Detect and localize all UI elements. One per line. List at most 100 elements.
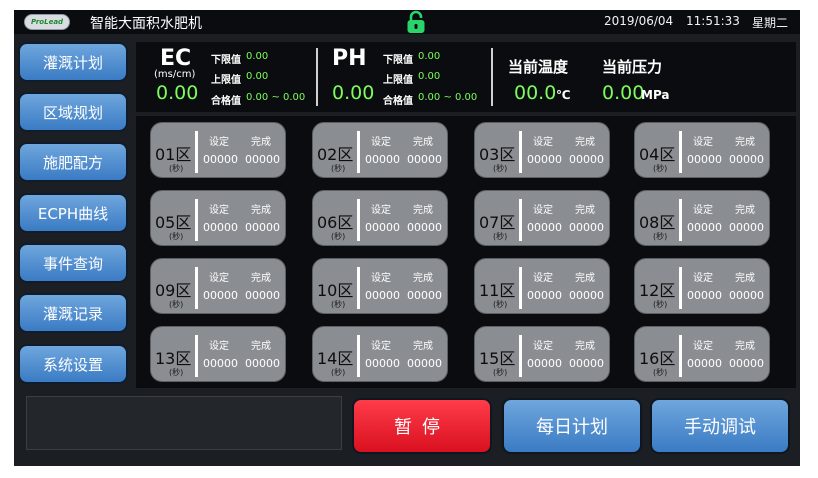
sidebar-item-event-query[interactable]: 事件查询 [18,243,128,283]
zone-name: 13区 [155,349,192,368]
zone-set-value: 00000 [527,357,562,370]
ph-upper-label: 上限值 [383,75,413,86]
zone-set-label: 设定 [693,341,713,352]
zone-divider [195,131,198,173]
zone-divider [357,131,360,173]
zone-card-06[interactable]: 06区 (秒) 设定 完成 00000 00000 [312,190,448,246]
sidebar-item-system-settings[interactable]: 系统设置 [18,344,128,384]
sidebar-item-irrigation-record[interactable]: 灌溉记录 [18,293,128,333]
sidebar-item-irrigation-plan[interactable]: 灌溉计划 [18,42,128,82]
zone-card-04[interactable]: 04区 (秒) 设定 完成 00000 00000 [634,122,770,178]
ec-upper-value[interactable]: 0.00 [246,71,268,82]
ph-qualified-value: 0.00 ~ 0.00 [418,92,478,103]
zone-divider [679,199,682,241]
zone-done-label: 完成 [735,137,755,148]
zone-set-value: 00000 [365,153,400,166]
zone-name: 08区 [639,213,676,232]
zone-seconds-unit: (秒) [653,232,668,241]
weekday-display: 星期二 [752,16,789,30]
zone-set-value: 00000 [365,221,400,234]
zone-set-label: 设定 [371,273,391,284]
zone-set-label: 设定 [533,205,553,216]
ec-lower-value[interactable]: 0.00 [246,51,268,62]
zone-card-11[interactable]: 11区 (秒) 设定 完成 00000 00000 [474,258,610,314]
ec-qualified-value: 0.00 ~ 0.00 [246,92,306,103]
lock-icon[interactable] [403,10,429,34]
zone-name: 16区 [639,349,676,368]
zone-done-value: 00000 [245,289,280,302]
sidebar-item-fertilizer-formula[interactable]: 施肥配方 [18,142,128,182]
zone-name: 03区 [479,145,516,164]
time-display: 11:51:33 [686,14,740,28]
zone-set-label: 设定 [533,273,553,284]
pause-button[interactable]: 暂停 [352,398,492,454]
zone-seconds-unit: (秒) [331,232,346,241]
zone-done-value: 00000 [407,221,442,234]
zone-set-value: 00000 [687,357,722,370]
zone-set-value: 00000 [365,289,400,302]
zone-done-label: 完成 [575,137,595,148]
zone-divider [679,131,682,173]
zone-card-01[interactable]: 01区 (秒) 设定 完成 00000 00000 [150,122,286,178]
message-box [26,396,342,450]
zone-card-12[interactable]: 12区 (秒) 设定 完成 00000 00000 [634,258,770,314]
zone-done-label: 完成 [251,137,271,148]
zone-done-value: 00000 [407,153,442,166]
zone-set-value: 00000 [527,289,562,302]
manual-debug-button[interactable]: 手动调试 [650,398,790,454]
zone-done-label: 完成 [413,137,433,148]
pressure-unit: MPa [641,88,670,102]
ph-upper-value[interactable]: 0.00 [418,71,440,82]
zone-card-03[interactable]: 03区 (秒) 设定 完成 00000 00000 [474,122,610,178]
zone-card-13[interactable]: 13区 (秒) 设定 完成 00000 00000 [150,326,286,382]
zone-seconds-unit: (秒) [169,300,184,309]
zone-done-value: 00000 [569,289,604,302]
zone-divider [679,267,682,309]
sidebar-item-zone-planning[interactable]: 区域规划 [18,92,128,132]
daily-plan-button[interactable]: 每日计划 [502,398,642,454]
zone-card-05[interactable]: 05区 (秒) 设定 完成 00000 00000 [150,190,286,246]
zone-done-label: 完成 [251,341,271,352]
zone-name: 12区 [639,281,676,300]
zone-name: 15区 [479,349,516,368]
zone-set-label: 设定 [693,273,713,284]
zone-seconds-unit: (秒) [493,164,508,173]
zone-done-value: 00000 [729,221,764,234]
ec-unit: (ms/cm) [154,69,196,80]
zone-done-label: 完成 [251,205,271,216]
temperature-unit: ℃ [556,88,571,102]
zone-seconds-unit: (秒) [653,300,668,309]
divider [316,48,318,106]
zone-card-02[interactable]: 02区 (秒) 设定 完成 00000 00000 [312,122,448,178]
zone-done-label: 完成 [575,273,595,284]
zone-done-label: 完成 [575,205,595,216]
zone-seconds-unit: (秒) [653,164,668,173]
top-bar: ProLead 智能大面积水肥机 2019/06/04 11:51:33 星期二 [14,10,800,34]
zone-divider [357,199,360,241]
pressure-label: 当前压力 [602,58,663,76]
ph-title: PH [332,46,367,71]
zone-card-10[interactable]: 10区 (秒) 设定 完成 00000 00000 [312,258,448,314]
zone-card-09[interactable]: 09区 (秒) 设定 完成 00000 00000 [150,258,286,314]
pressure-value: 0.00 [602,82,645,104]
ec-upper-label: 上限值 [211,75,241,86]
ph-lower-value[interactable]: 0.00 [418,51,440,62]
zone-done-label: 完成 [735,341,755,352]
zone-card-14[interactable]: 14区 (秒) 设定 完成 00000 00000 [312,326,448,382]
zone-seconds-unit: (秒) [493,300,508,309]
ph-lower-label: 下限值 [383,55,413,66]
zone-card-15[interactable]: 15区 (秒) 设定 完成 00000 00000 [474,326,610,382]
zone-card-07[interactable]: 07区 (秒) 设定 完成 00000 00000 [474,190,610,246]
zone-divider [195,335,198,377]
zone-card-08[interactable]: 08区 (秒) 设定 完成 00000 00000 [634,190,770,246]
zone-card-16[interactable]: 16区 (秒) 设定 完成 00000 00000 [634,326,770,382]
zone-divider [519,199,522,241]
zone-seconds-unit: (秒) [653,368,668,377]
zone-name: 14区 [317,349,354,368]
zone-set-label: 设定 [209,273,229,284]
ec-title: EC [160,46,192,71]
app-title: 智能大面积水肥机 [90,16,202,32]
sidebar-item-ecph-curve[interactable]: ECPH曲线 [18,193,128,233]
zone-seconds-unit: (秒) [493,368,508,377]
zone-set-label: 设定 [371,137,391,148]
